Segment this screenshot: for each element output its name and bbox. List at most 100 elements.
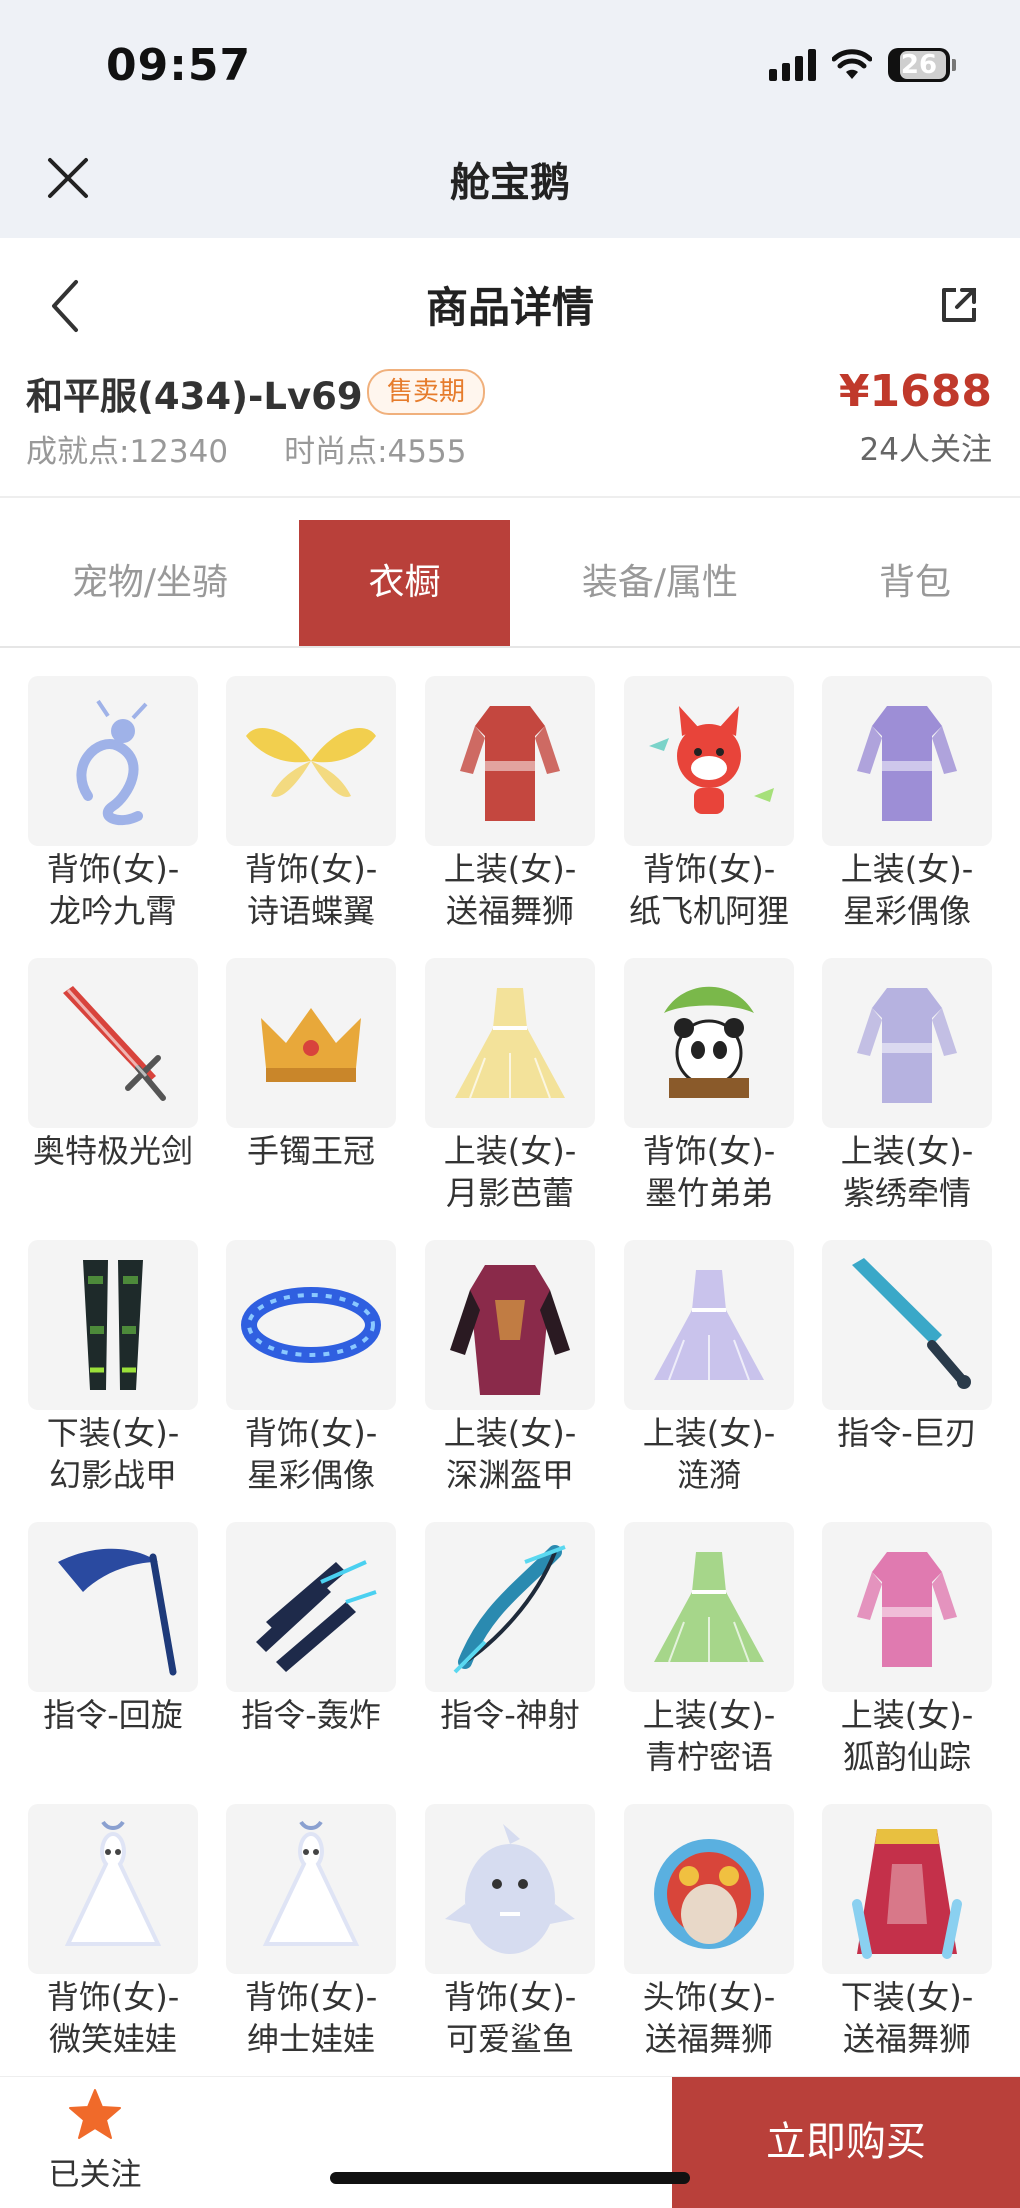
item-label: 背饰(女)- 可爱鲨鱼 [443,1978,577,2058]
share-icon[interactable] [938,284,980,326]
wardrobe-item[interactable]: 背饰(女)- 诗语蝶翼 [198,676,396,946]
item-thumbnail [226,676,396,846]
signal-icon [769,49,816,81]
item-thumbnail [624,1522,794,1692]
wardrobe-item[interactable]: 背饰(女)- 可爱鲨鱼 [397,1804,595,2074]
sword-icon [63,986,166,1101]
item-label: 上装(女)- 月影芭蕾 [443,1132,577,1212]
item-label: 背饰(女)- 诗语蝶翼 [244,850,378,930]
wardrobe-item[interactable]: 指令-巨刃 [794,1240,992,1510]
doll-icon [262,1820,360,1946]
crown-icon [261,1008,361,1082]
wardrobe-item[interactable]: 指令-回旋 [0,1522,198,1792]
item-thumbnail [425,1522,595,1692]
doll-icon [64,1820,162,1946]
status-badge: 售卖期 [367,369,486,415]
wardrobe-item[interactable]: 上装(女)- 送福舞狮 [397,676,595,946]
item-thumbnail [425,1240,595,1410]
divider [0,646,1020,648]
blade-icon [852,1258,971,1389]
wardrobe-item[interactable]: 下装(女)- 幻影战甲 [0,1240,198,1510]
fox-icon [649,706,774,814]
tab-backpack[interactable]: 背包 [840,520,990,646]
product-price: ¥1688 [838,366,992,417]
wardrobe-item[interactable]: 上装(女)- 涟漪 [596,1240,794,1510]
item-label: 上装(女)- 紫绣牵情 [840,1132,974,1212]
item-thumbnail [28,1522,198,1692]
item-label: 手镯王冠 [246,1132,375,1170]
panda-icon [664,986,754,1098]
item-thumbnail [624,1804,794,1974]
item-thumbnail [624,958,794,1128]
dress-icon [654,1552,764,1663]
item-label: 下装(女)- 送福舞狮 [840,1978,974,2058]
wardrobe-item[interactable]: 上装(女)- 青柠密语 [596,1522,794,1792]
item-thumbnail [226,958,396,1128]
item-label: 指令-巨刃 [837,1414,977,1452]
wardrobe-item[interactable]: 上装(女)- 紫绣牵情 [794,958,992,1228]
wardrobe-item[interactable]: 背饰(女)- 墨竹弟弟 [596,958,794,1228]
item-thumbnail [624,676,794,846]
home-indicator [330,2172,690,2184]
tab-pets-mounts[interactable]: 宠物/坐骑 [30,520,270,646]
wardrobe-item[interactable]: 上装(女)- 月影芭蕾 [397,958,595,1228]
wardrobe-item[interactable]: 上装(女)- 星彩偶像 [794,676,992,946]
product-stats: 成就点:12340 时尚点:4555 [26,426,466,471]
wardrobe-item[interactable]: 背饰(女)- 纸飞机阿狸 [596,676,794,946]
skirt-icon [852,1829,962,1959]
ring-icon [241,1287,381,1363]
follow-button[interactable]: 已关注 [40,2087,150,2197]
item-thumbnail [822,958,992,1128]
item-thumbnail [28,958,198,1128]
tab-wardrobe[interactable]: 衣橱 [299,520,510,646]
bow-icon [453,1545,566,1674]
wardrobe-item[interactable]: 奥特极光剑 [0,958,198,1228]
outfit-icon [857,988,957,1103]
item-thumbnail [226,1240,396,1410]
app-header: 09:57 26 舱宝鹅 [0,0,1020,238]
item-label: 下装(女)- 幻影战甲 [46,1414,180,1494]
item-label: 背饰(女)- 绅士娃娃 [244,1978,378,2058]
armor-icon [450,1265,570,1395]
wardrobe-item[interactable]: 上装(女)- 深渊盔甲 [397,1240,595,1510]
legs-icon [83,1260,143,1390]
item-label: 指令-轰炸 [241,1696,381,1734]
item-label: 背饰(女)- 龙吟九霄 [46,850,180,930]
item-thumbnail [28,1240,198,1410]
buy-now-button[interactable]: 立即购买 [672,2077,1020,2208]
wardrobe-item[interactable]: 背饰(女)- 星彩偶像 [198,1240,396,1510]
outfit-icon [857,1552,957,1667]
wardrobe-item[interactable]: 背饰(女)- 龙吟九霄 [0,676,198,946]
shark-icon [445,1824,575,1954]
claw-icon [256,1560,377,1672]
wardrobe-item[interactable]: 背饰(女)- 微笑娃娃 [0,1804,198,2074]
item-label: 上装(女)- 星彩偶像 [840,850,974,930]
fashion-points: 时尚点:4555 [284,434,467,470]
item-label: 背饰(女)- 墨竹弟弟 [642,1132,776,1212]
lionhead-icon [654,1839,764,1949]
item-thumbnail [425,1804,595,1974]
item-label: 头饰(女)- 送福舞狮 [642,1978,776,2058]
page-title: 商品详情 [425,283,594,332]
follower-count: 24人关注 [859,432,992,468]
wifi-icon [832,49,872,79]
wardrobe-item[interactable]: 头饰(女)- 送福舞狮 [596,1804,794,2074]
wardrobe-item[interactable]: 手镯王冠 [198,958,396,1228]
item-label: 指令-神射 [440,1696,580,1734]
wardrobe-item[interactable]: 指令-轰炸 [198,1522,396,1792]
tab-equipment[interactable]: 装备/属性 [540,520,780,646]
nav-bar: 商品详情 [0,238,1020,368]
item-thumbnail [226,1522,396,1692]
item-thumbnail [822,1804,992,1974]
wings-icon [246,728,376,797]
wardrobe-item[interactable]: 下装(女)- 送福舞狮 [794,1804,992,2074]
battery-level: 26 [900,50,938,80]
item-label: 指令-回旋 [43,1696,183,1734]
star-icon [69,2089,121,2139]
item-label: 背饰(女)- 星彩偶像 [244,1414,378,1494]
wardrobe-item[interactable]: 指令-神射 [397,1522,595,1792]
item-thumbnail [28,676,198,846]
wardrobe-item[interactable]: 上装(女)- 狐韵仙踪 [794,1522,992,1792]
item-label: 奥特极光剑 [32,1132,193,1170]
wardrobe-item[interactable]: 背饰(女)- 绅士娃娃 [198,1804,396,2074]
